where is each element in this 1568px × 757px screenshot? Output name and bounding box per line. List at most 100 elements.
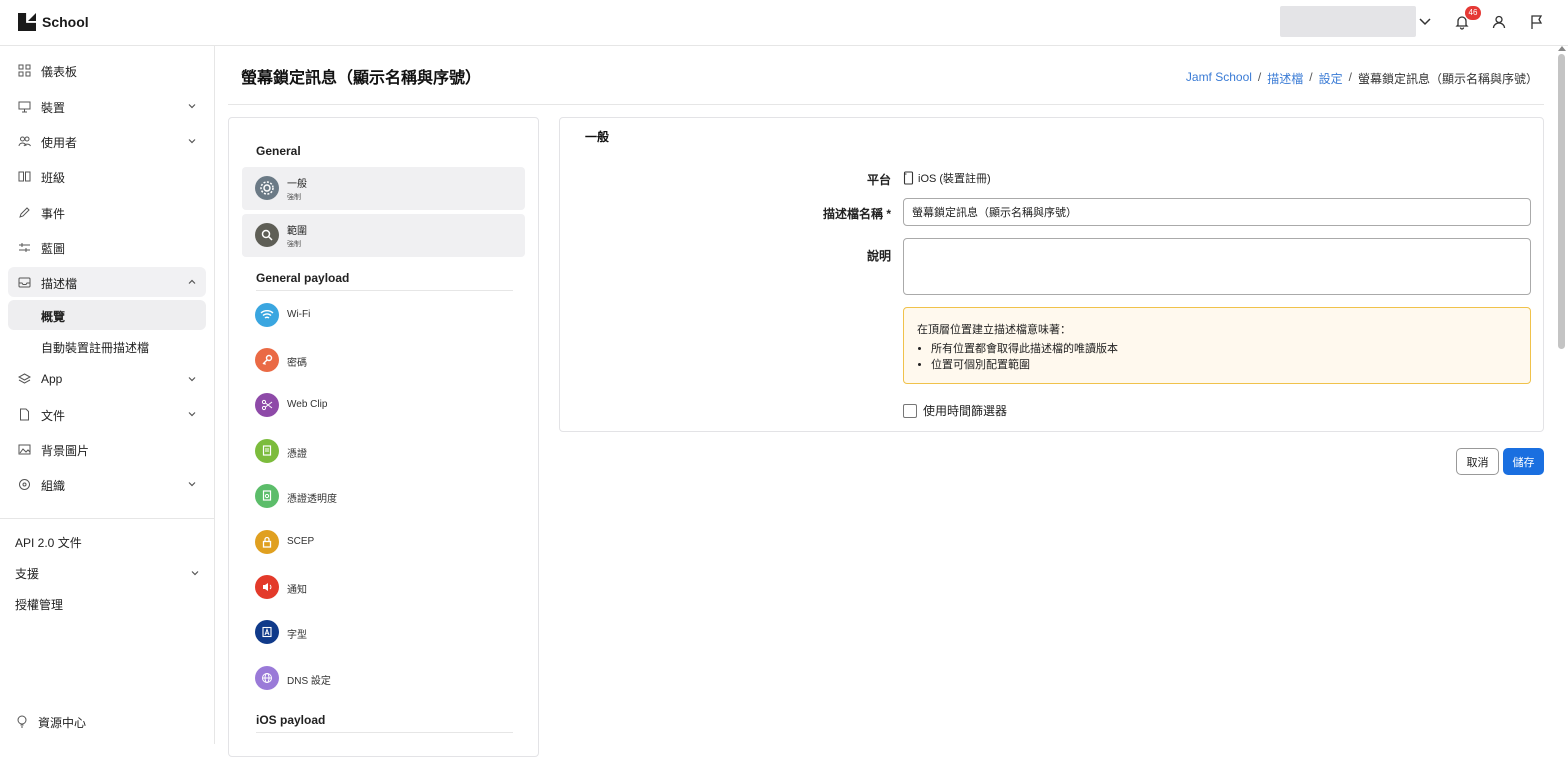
payload-item-fonts[interactable]: 字型 [255, 619, 515, 647]
payload-name: 通知 [287, 585, 307, 596]
certificate-icon [255, 439, 279, 463]
pen-icon [19, 207, 30, 218]
description-textarea[interactable] [903, 238, 1531, 295]
profile-name-label: 描述檔名稱 * [822, 207, 891, 221]
scrollbar-thumb[interactable] [1558, 54, 1565, 349]
sliders-icon [19, 243, 30, 252]
time-filter-label: 使用時間篩選器 [923, 404, 1008, 418]
payload-item-dns-settings[interactable]: DNS 設定 [255, 665, 515, 693]
monitor-icon [18, 101, 31, 113]
top-level-notice: 在頂層位置建立描述檔意味著： 所有位置都會取得此描述檔的唯讀版本 位置可個別配置… [903, 307, 1531, 384]
sidebar-item-label: 描述檔 [41, 277, 78, 291]
phone-icon [903, 171, 914, 185]
flag-icon[interactable] [1529, 14, 1545, 30]
api-docs-link[interactable]: API 2.0 文件 [15, 534, 82, 551]
general-settings-panel: 一般 平台 iOS (裝置註冊) 描述檔名稱 * 說明 在頂層位置建立描述檔意味… [559, 117, 1544, 432]
breadcrumb-home[interactable]: Jamf School [1186, 70, 1252, 87]
breadcrumb-profiles[interactable]: 描述檔 [1267, 70, 1303, 87]
time-filter-option[interactable]: 使用時間篩選器 [903, 402, 1007, 419]
payload-item-wifi[interactable]: Wi-Fi [255, 302, 515, 330]
gear-icon [255, 176, 279, 200]
payload-status: 強制 [287, 194, 301, 201]
sidebar-item-users[interactable]: 使用者 [8, 126, 206, 156]
inbox-icon [18, 277, 31, 288]
image-icon [18, 444, 31, 455]
license-management-link[interactable]: 授權管理 [15, 596, 63, 613]
description-label: 說明 [866, 249, 891, 263]
sidebar-subitem-ade-profiles[interactable]: 自動裝置註冊描述檔 [8, 331, 206, 361]
payload-item-certificate-transparency[interactable]: 憑證透明度 [255, 483, 515, 511]
title-divider [228, 104, 1544, 105]
sidebar-item-dashboard[interactable]: 儀表板 [8, 55, 206, 85]
resource-center-link[interactable]: 資源中心 [38, 714, 86, 731]
payload-name: DNS 設定 [287, 676, 331, 687]
app-name: School [42, 14, 89, 30]
sidebar-item-profiles[interactable]: 描述檔 [8, 267, 206, 297]
book-icon [18, 171, 31, 182]
chevron-down-icon[interactable] [191, 569, 199, 577]
payload-item-scope[interactable]: 範圍 強制 [242, 214, 525, 257]
dashboard-icon [18, 64, 31, 77]
sidebar-subitem-label: 概覽 [41, 310, 66, 324]
globe-icon [255, 666, 279, 690]
profile-name-input[interactable] [903, 198, 1531, 226]
magnifier-icon [255, 223, 279, 247]
save-button[interactable]: 儲存 [1503, 448, 1544, 475]
payload-item-scep[interactable]: SCEP [255, 529, 515, 557]
platform-text: iOS (裝置註冊) [918, 173, 991, 185]
sidebar-item-label: 藍圖 [41, 242, 66, 256]
payload-item-general[interactable]: 一般 強制 [242, 167, 525, 210]
chevron-down-icon [188, 139, 196, 144]
sidebar-subitem-label: 自動裝置註冊描述檔 [41, 341, 150, 355]
sidebar-item-label: 班級 [41, 171, 66, 185]
page-title: 螢幕鎖定訊息（顯示名稱與序號） [241, 70, 482, 87]
organization-selector[interactable] [1280, 6, 1416, 37]
support-link[interactable]: 支援 [15, 565, 39, 582]
payload-name: 字型 [287, 630, 307, 641]
breadcrumb-current: 螢幕鎖定訊息（顯示名稱與序號） [1357, 72, 1538, 86]
payload-name: 密碼 [287, 358, 307, 369]
scissors-icon [255, 393, 279, 417]
sidebar-item-label: 背景圖片 [41, 444, 90, 458]
chevron-down-icon [188, 412, 196, 417]
sidebar-subitem-overview[interactable]: 概覽 [8, 300, 206, 330]
app-logo[interactable]: School [18, 13, 89, 31]
chevron-down-icon[interactable] [1418, 14, 1432, 28]
payload-name: Wi-Fi [287, 309, 311, 320]
sidebar-item-organization[interactable]: 組織 [8, 469, 206, 499]
sidebar: 儀表板 裝置 使用者 班級 事件 藍圖 描述檔 概覽 自動裝置註冊描述檔 App [0, 46, 215, 744]
organization-icon [19, 479, 30, 490]
sidebar-item-wallpapers[interactable]: 背景圖片 [8, 434, 206, 464]
payload-item-certificate[interactable]: 憑證 [255, 438, 515, 466]
sidebar-item-label: 使用者 [41, 136, 78, 150]
scroll-up-arrow[interactable] [1558, 46, 1566, 51]
breadcrumb-settings[interactable]: 設定 [1319, 70, 1343, 87]
main-content: 螢幕鎖定訊息（顯示名稱與序號） Jamf School / 描述檔 / 設定 /… [216, 46, 1554, 757]
chevron-up-icon [188, 279, 196, 284]
user-icon[interactable] [1491, 14, 1507, 30]
sidebar-item-label: 儀表板 [41, 65, 78, 79]
sidebar-divider [0, 518, 215, 519]
payload-item-notifications[interactable]: 通知 [255, 574, 515, 602]
notice-list: 所有位置都會取得此描述檔的唯讀版本 位置可個別配置範圍 [931, 341, 1517, 373]
sidebar-item-classes[interactable]: 班級 [8, 161, 206, 191]
time-filter-checkbox[interactable] [903, 403, 917, 418]
cancel-button[interactable]: 取消 [1456, 448, 1499, 475]
payload-item-passcode[interactable]: 密碼 [255, 347, 515, 375]
users-icon [18, 136, 31, 147]
sidebar-item-apps[interactable]: App [8, 364, 206, 394]
layers-icon [18, 373, 31, 384]
sidebar-item-label: 事件 [41, 207, 66, 221]
notice-intro: 在頂層位置建立描述檔意味著： [917, 324, 1071, 336]
sidebar-item-events[interactable]: 事件 [8, 197, 206, 227]
sidebar-item-blueprints[interactable]: 藍圖 [8, 232, 206, 262]
sidebar-item-documents[interactable]: 文件 [8, 399, 206, 429]
payload-item-web-clip[interactable]: Web Clip [255, 392, 515, 420]
sidebar-item-devices[interactable]: 裝置 [8, 91, 206, 121]
notice-bullet: 位置可個別配置範圍 [931, 357, 1517, 373]
top-bar: School 46 [0, 0, 1568, 46]
notification-icon [255, 575, 279, 599]
document-icon [20, 408, 29, 421]
page-scrollbar[interactable] [1556, 46, 1568, 744]
chevron-down-icon [188, 104, 196, 109]
